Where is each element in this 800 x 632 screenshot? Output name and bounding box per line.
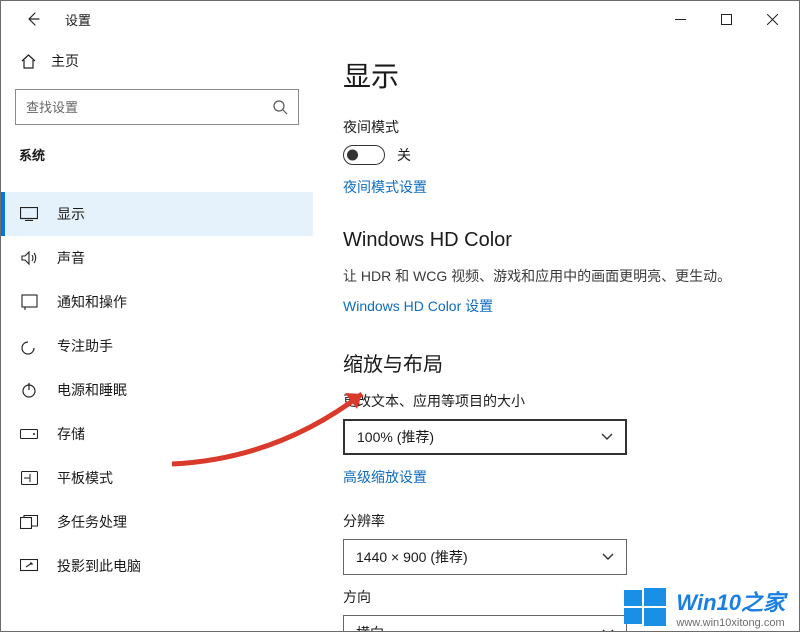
sidebar-item-label: 平板模式 [57,468,113,488]
advanced-scaling-link[interactable]: 高级缩放设置 [343,467,427,487]
sidebar-item-multitasking[interactable]: 多任务处理 [1,500,313,544]
nightlight-toggle[interactable] [343,145,385,165]
main-panel: 显示 夜间模式 关 夜间模式设置 Windows HD Color 让 HDR … [313,37,799,631]
hdcolor-title: Windows HD Color [343,229,789,252]
sidebar-item-sound[interactable]: 声音 [1,236,313,280]
page-title: 显示 [343,55,789,95]
resolution-label: 分辨率 [343,511,789,531]
focus-assist-icon [19,338,39,355]
nightlight-toggle-row: 关 [343,145,789,165]
nav-list: 显示 声音 通知和操作 专注助手 电源和睡眠 [1,192,313,588]
arrow-left-icon [25,11,41,27]
chevron-down-icon [601,433,613,441]
chevron-down-icon [602,629,614,631]
search-icon [272,99,288,115]
search-input[interactable] [26,100,272,115]
back-button[interactable] [17,3,49,35]
windows-logo-icon [624,586,666,628]
sidebar-item-label: 多任务处理 [57,512,127,532]
watermark: Win10之家 www.win10xitong.com [624,585,785,629]
titlebar: 设置 [1,1,799,37]
home-icon [19,53,37,70]
storage-icon [19,429,39,439]
maximize-button[interactable] [703,3,749,35]
search-container [1,79,313,139]
maximize-icon [721,14,732,25]
minimize-button[interactable] [657,3,703,35]
resolution-select[interactable]: 1440 × 900 (推荐) [343,539,627,575]
close-button[interactable] [749,3,795,35]
text-size-value: 100% (推荐) [357,427,434,447]
sidebar-item-tablet[interactable]: 平板模式 [1,456,313,500]
sidebar-item-label: 专注助手 [57,336,113,356]
settings-window: 设置 主页 系统 [0,0,800,632]
sidebar-item-label: 存储 [57,424,85,444]
sidebar-item-notifications[interactable]: 通知和操作 [1,280,313,324]
sidebar-item-label: 电源和睡眠 [57,380,127,400]
nightlight-settings-link[interactable]: 夜间模式设置 [343,177,427,197]
scale-title: 缩放与布局 [343,348,789,377]
watermark-url: www.win10xitong.com [676,617,785,629]
sidebar-item-power[interactable]: 电源和睡眠 [1,368,313,412]
sidebar-item-label: 显示 [57,204,85,224]
notifications-icon [19,294,39,311]
sidebar-item-label: 通知和操作 [57,292,127,312]
sidebar-item-focus-assist[interactable]: 专注助手 [1,324,313,368]
display-icon [19,207,39,221]
content-area: 主页 系统 显示 声音 通知和 [1,37,799,631]
section-label: 系统 [1,139,313,174]
sound-icon [19,250,39,266]
text-size-select[interactable]: 100% (推荐) [343,419,627,455]
chevron-down-icon [602,553,614,561]
close-icon [767,14,778,25]
orientation-value: 横向 [356,623,384,631]
power-icon [19,382,39,398]
minimize-icon [675,14,686,25]
window-title: 设置 [65,10,91,29]
sidebar-item-storage[interactable]: 存储 [1,412,313,456]
multitasking-icon [19,515,39,529]
resolution-value: 1440 × 900 (推荐) [356,547,468,567]
orientation-select[interactable]: 横向 [343,615,627,631]
toggle-knob [347,150,358,161]
search-input-box[interactable] [15,89,299,125]
home-label: 主页 [51,51,79,71]
home-nav[interactable]: 主页 [1,43,313,79]
sidebar: 主页 系统 显示 声音 通知和 [1,37,313,631]
sidebar-item-label: 投影到此电脑 [57,556,141,576]
tablet-icon [19,471,39,485]
watermark-brand: Win10 [676,590,741,615]
sidebar-item-display[interactable]: 显示 [1,192,313,236]
hdcolor-link[interactable]: Windows HD Color 设置 [343,296,493,316]
nightlight-label: 夜间模式 [343,117,789,137]
watermark-brand-zh: 之家 [741,590,785,615]
projecting-icon [19,559,39,573]
sidebar-item-label: 声音 [57,248,85,268]
text-size-label: 更改文本、应用等项目的大小 [343,391,789,411]
sidebar-item-projecting[interactable]: 投影到此电脑 [1,544,313,588]
nightlight-state: 关 [397,145,411,165]
hdcolor-desc: 让 HDR 和 WCG 视频、游戏和应用中的画面更明亮、更生动。 [343,266,789,286]
